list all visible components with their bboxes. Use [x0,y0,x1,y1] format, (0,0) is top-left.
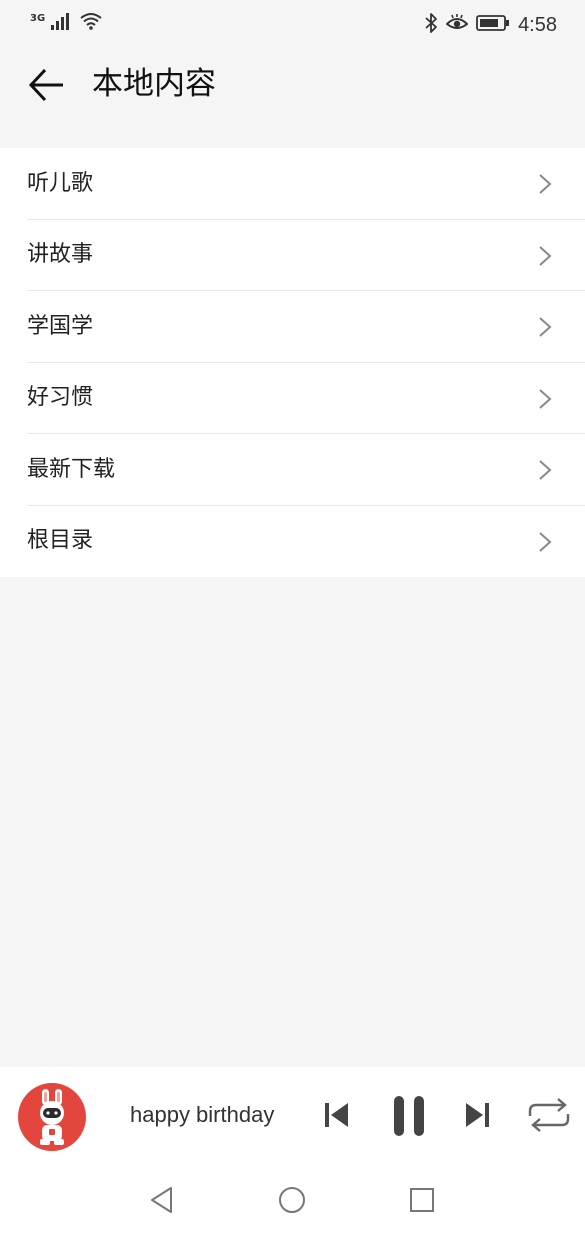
list-item-label: 学国学 [27,313,94,339]
chevron-right-icon [539,317,552,337]
repeat-button[interactable] [524,1097,574,1133]
nav-recents-button[interactable] [404,1182,440,1218]
list-item-root-directory[interactable]: 根目录 [0,506,585,578]
nav-home-button[interactable] [274,1182,310,1218]
status-time: 4:58 [518,14,557,36]
content-list: 听儿歌 讲故事 学国学 好习惯 最新下载 根目录 [0,148,585,577]
nav-back-icon [151,1187,172,1213]
next-button[interactable] [460,1097,496,1133]
chevron-right-icon [539,245,552,266]
list-item-stories[interactable]: 讲故事 [0,220,585,291]
system-nav-bar [0,1164,585,1235]
list-item-label: 听儿歌 [27,170,94,196]
list-item-label: 最新下载 [27,456,116,482]
eye-comfort-icon [445,14,469,36]
status-right: 4:58 [424,12,557,38]
wifi-icon [79,12,103,34]
status-bar: 3G 4:58 [0,0,585,48]
track-title: happy birthday [130,1102,275,1127]
nav-recents-icon [410,1188,434,1212]
mini-player: happy birthday [0,1067,585,1164]
list-item-recent-downloads[interactable]: 最新下载 [0,434,585,506]
list-item-label: 好习惯 [27,385,94,411]
page-title: 本地内容 [92,66,216,102]
nav-back-button[interactable] [144,1182,180,1218]
robot-bunny-icon [40,1089,64,1145]
previous-button[interactable] [318,1097,354,1133]
list-item-classics[interactable]: 学国学 [0,291,585,363]
pause-button[interactable] [386,1093,432,1139]
list-item-label: 讲故事 [27,242,94,268]
battery-icon [476,14,510,36]
robot-bunny-avatar[interactable] [18,1083,86,1151]
repeat-icon [528,1098,570,1132]
list-item-songs[interactable]: 听儿歌 [0,148,585,220]
chevron-right-icon [539,174,552,194]
list-item-label: 根目录 [27,528,94,554]
bluetooth-icon [424,12,438,38]
list-item-habits[interactable]: 好习惯 [0,363,585,434]
app-header: 本地内容 [0,48,585,120]
network-type: 3G [30,13,46,24]
chevron-right-icon [539,460,552,480]
chevron-right-icon [539,388,552,409]
signal-icon [51,12,73,34]
skip-next-icon [466,1103,489,1127]
arrow-left-icon [28,68,63,102]
status-left: 3G [30,12,103,34]
back-button[interactable] [22,62,68,108]
skip-previous-icon [325,1103,348,1127]
nav-home-icon [279,1187,305,1213]
chevron-right-icon [539,531,552,552]
pause-icon [394,1096,424,1136]
